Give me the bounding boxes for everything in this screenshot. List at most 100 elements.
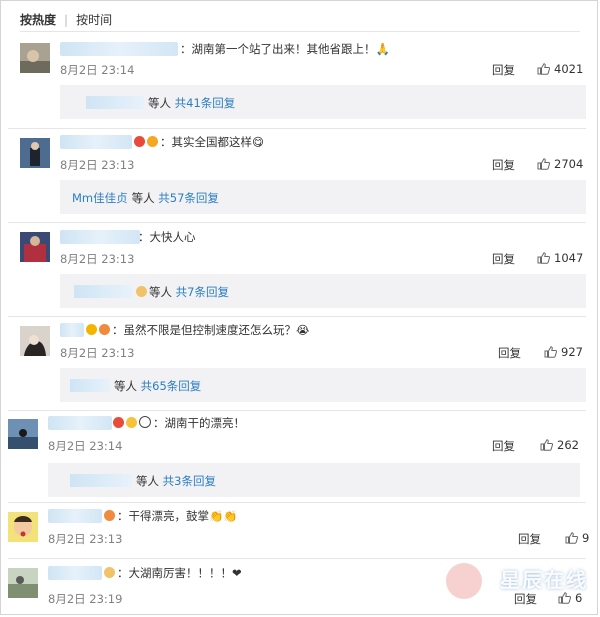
comment-time: 8月2日 23:14 (48, 439, 123, 453)
like-count: 6 (575, 591, 583, 605)
sub-replies-link[interactable]: 共3条回复 (163, 474, 216, 488)
comment-text: ：其实全国都这样😋 (160, 135, 264, 149)
comment-text: ：湖南第一个站了出来！其他省跟上！🙏 (180, 42, 390, 56)
comment-text-line: ：湖南干的漂亮！ (113, 415, 245, 431)
sub-replies-summary: 等人 共3条回复 (70, 473, 216, 489)
like-button[interactable]: 1047 (537, 251, 583, 265)
thumbs-up-icon (558, 592, 572, 604)
avatar[interactable] (8, 512, 38, 542)
comment-divider (8, 128, 586, 129)
reply-button[interactable]: 回复 (514, 591, 537, 607)
like-count: 927 (561, 345, 583, 359)
like-count: 1047 (554, 251, 584, 265)
username-blurred[interactable] (48, 566, 102, 580)
sort-separator: | (64, 13, 69, 27)
fan-badge-icon (147, 136, 158, 147)
watermark-logo (446, 563, 482, 599)
like-button[interactable]: 4021 (537, 62, 583, 76)
fan-badge-icon (104, 510, 115, 521)
comment-text: ：湖南干的漂亮！ (153, 416, 245, 430)
sub-replies-box: 等人 共7条回复 (60, 274, 586, 308)
username-blurred[interactable] (60, 323, 84, 337)
sub-replies-summary: 等人 共41条回复 (86, 95, 235, 111)
sub-replies-users-suffix: 等人 (148, 96, 171, 110)
comment-text-line: ：其实全国都这样😋 (134, 134, 264, 150)
sub-replies-box: 等人 共41条回复 (60, 85, 586, 119)
sub-replies-summary: Mm佳佳贞 等人 共57条回复 (72, 190, 219, 206)
avatar[interactable] (20, 326, 50, 356)
avatar[interactable] (8, 568, 38, 598)
sub-username[interactable]: Mm佳佳贞 (72, 191, 128, 205)
username-blurred[interactable] (60, 42, 178, 56)
like-button[interactable]: 927 (544, 345, 583, 359)
comment-text-line: ：虽然不限是但控制速度还怎么玩？😭 (86, 322, 309, 338)
reply-button[interactable]: 回复 (492, 438, 515, 454)
comment-text: ：大湖南厉害！！！！❤ (117, 566, 242, 580)
reply-button[interactable]: 回复 (518, 531, 541, 547)
like-count: 262 (557, 438, 579, 452)
sub-username-blurred[interactable] (70, 379, 110, 392)
comment-time: 8月2日 23:13 (48, 532, 123, 546)
vip-badge-icon (134, 136, 145, 147)
username-blurred[interactable] (60, 230, 140, 244)
comment-text-line: ：大湖南厉害！！！！❤ (104, 565, 242, 581)
sort-by-time-tab[interactable]: 按时间 (76, 13, 112, 27)
fan-badge-icon (126, 417, 137, 428)
sub-replies-link[interactable]: 共65条回复 (141, 379, 202, 393)
vip-v-badge-icon (86, 324, 97, 335)
like-count: 9 (582, 531, 590, 545)
sub-replies-link[interactable]: 共7条回复 (176, 285, 229, 299)
comment-time: 8月2日 23:19 (48, 592, 123, 606)
like-button[interactable]: 6 (558, 591, 582, 605)
comment-divider (8, 502, 586, 503)
sub-replies-box: Mm佳佳贞 等人 共57条回复 (60, 180, 586, 214)
sub-replies-link[interactable]: 共57条回复 (158, 191, 219, 205)
reply-button[interactable]: 回复 (492, 157, 515, 173)
avatar[interactable] (8, 419, 38, 449)
fan-badge-icon (104, 567, 115, 578)
vip-badge-icon (113, 417, 124, 428)
comment-divider (8, 222, 586, 223)
thumbs-up-icon (544, 346, 558, 358)
comment-divider (8, 410, 586, 411)
like-button[interactable]: 2704 (537, 157, 583, 171)
like-button[interactable]: 9 (565, 531, 589, 545)
reply-button[interactable]: 回复 (492, 62, 515, 78)
comment-time: 8月2日 23:14 (60, 63, 135, 77)
thumbs-up-icon (537, 63, 551, 75)
avatar[interactable] (20, 43, 50, 73)
thumbs-up-icon (537, 158, 551, 170)
top-divider (20, 31, 580, 32)
watermark-text: 星辰在线 (500, 568, 588, 592)
comment-time: 8月2日 23:13 (60, 158, 135, 172)
username-blurred[interactable] (48, 509, 102, 523)
sub-replies-users-suffix: 等人 (149, 285, 172, 299)
sort-by-hot-tab[interactable]: 按热度 (20, 13, 56, 27)
comment-time: 8月2日 23:13 (60, 252, 135, 266)
comment-time: 8月2日 23:13 (60, 346, 135, 360)
comment-text: ：大快人心 (138, 230, 196, 244)
like-count: 4021 (554, 62, 584, 76)
comment-divider (8, 316, 586, 317)
sub-username-blurred[interactable] (70, 474, 132, 487)
sub-replies-users-suffix: 等人 (131, 191, 155, 205)
reply-button[interactable]: 回复 (492, 251, 515, 267)
comment-text: ：虽然不限是但控制速度还怎么玩？😭 (112, 323, 310, 337)
username-blurred[interactable] (48, 416, 112, 430)
avatar[interactable] (20, 138, 50, 168)
reply-button[interactable]: 回复 (498, 345, 521, 361)
username-blurred[interactable] (60, 135, 132, 149)
avatar[interactable] (20, 232, 50, 262)
comment-text: ：干得漂亮，鼓掌👏👏 (117, 509, 238, 523)
sub-replies-link[interactable]: 共41条回复 (175, 96, 236, 110)
comment-divider (8, 558, 586, 559)
like-button[interactable]: 262 (540, 438, 579, 452)
sub-username-blurred[interactable] (74, 285, 132, 298)
fan-badge-icon (136, 286, 147, 297)
sub-replies-users-suffix: 等人 (114, 379, 137, 393)
sub-username-blurred[interactable] (86, 96, 144, 109)
sub-replies-box: 等人 共3条回复 (48, 463, 580, 497)
thumbs-up-icon (540, 439, 554, 451)
sub-replies-users-suffix: 等人 (136, 474, 159, 488)
thumbs-up-icon (565, 532, 579, 544)
